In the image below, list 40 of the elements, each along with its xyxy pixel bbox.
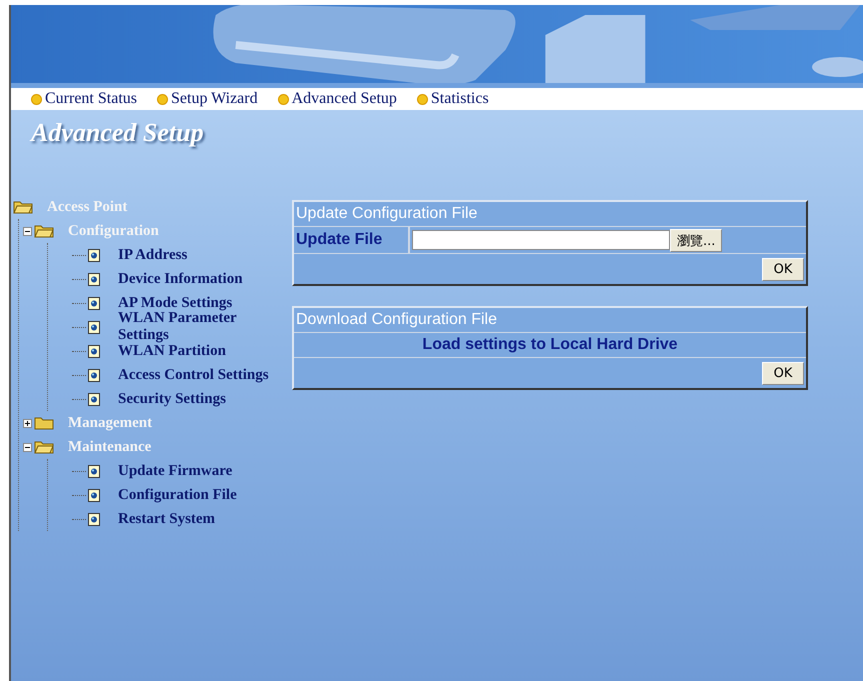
browse-button[interactable]: 瀏覽... xyxy=(670,228,722,252)
ok-button[interactable]: OK xyxy=(762,362,804,384)
tree-item[interactable]: WLAN Parameter Settings xyxy=(118,310,291,344)
nav-link[interactable]: Statistics xyxy=(416,90,489,108)
page-icon xyxy=(88,368,100,382)
folder-icon xyxy=(34,416,54,430)
collapse-icon[interactable] xyxy=(23,226,32,236)
tree-item[interactable]: Device Information xyxy=(118,270,243,288)
page-icon xyxy=(88,248,100,262)
tree-item[interactable]: Configuration File xyxy=(118,486,237,504)
nav-link[interactable]: Advanced Setup xyxy=(278,90,397,108)
folder-icon xyxy=(34,224,54,238)
page-icon xyxy=(88,296,100,310)
page-icon xyxy=(88,392,100,406)
nav-link[interactable]: Setup Wizard xyxy=(157,90,258,108)
page-icon xyxy=(88,464,100,478)
folder-icon xyxy=(13,200,33,214)
panel-title: Update Configuration File xyxy=(294,202,806,226)
page-icon xyxy=(88,488,100,502)
panel-title: Download Configuration File xyxy=(294,308,806,332)
page-title: Advanced Setup xyxy=(28,117,204,148)
file-input-field[interactable] xyxy=(412,230,670,250)
tree-item[interactable]: Restart System xyxy=(118,510,216,528)
nav-link[interactable]: Current Status xyxy=(31,90,137,108)
tree-item[interactable]: Update Firmware xyxy=(118,462,232,480)
page-icon xyxy=(88,344,100,358)
ok-button[interactable]: OK xyxy=(762,258,804,280)
folder-icon xyxy=(34,440,54,454)
message-text: Load settings to Local Hard Drive xyxy=(294,333,806,357)
field-label: Update File xyxy=(294,227,408,253)
page-icon xyxy=(88,512,100,526)
tree-item[interactable]: IP Address xyxy=(118,246,188,264)
collapse-icon[interactable] xyxy=(23,442,32,452)
page-icon xyxy=(88,320,100,334)
page-icon xyxy=(88,272,100,286)
tree-item[interactable]: AP Mode Settings xyxy=(118,294,232,312)
expand-icon[interactable] xyxy=(23,418,32,428)
tree-item[interactable]: Security Settings xyxy=(118,390,226,408)
tree-item[interactable]: Access Control Settings xyxy=(118,366,269,384)
tree-item[interactable]: WLAN Partition xyxy=(118,342,226,360)
